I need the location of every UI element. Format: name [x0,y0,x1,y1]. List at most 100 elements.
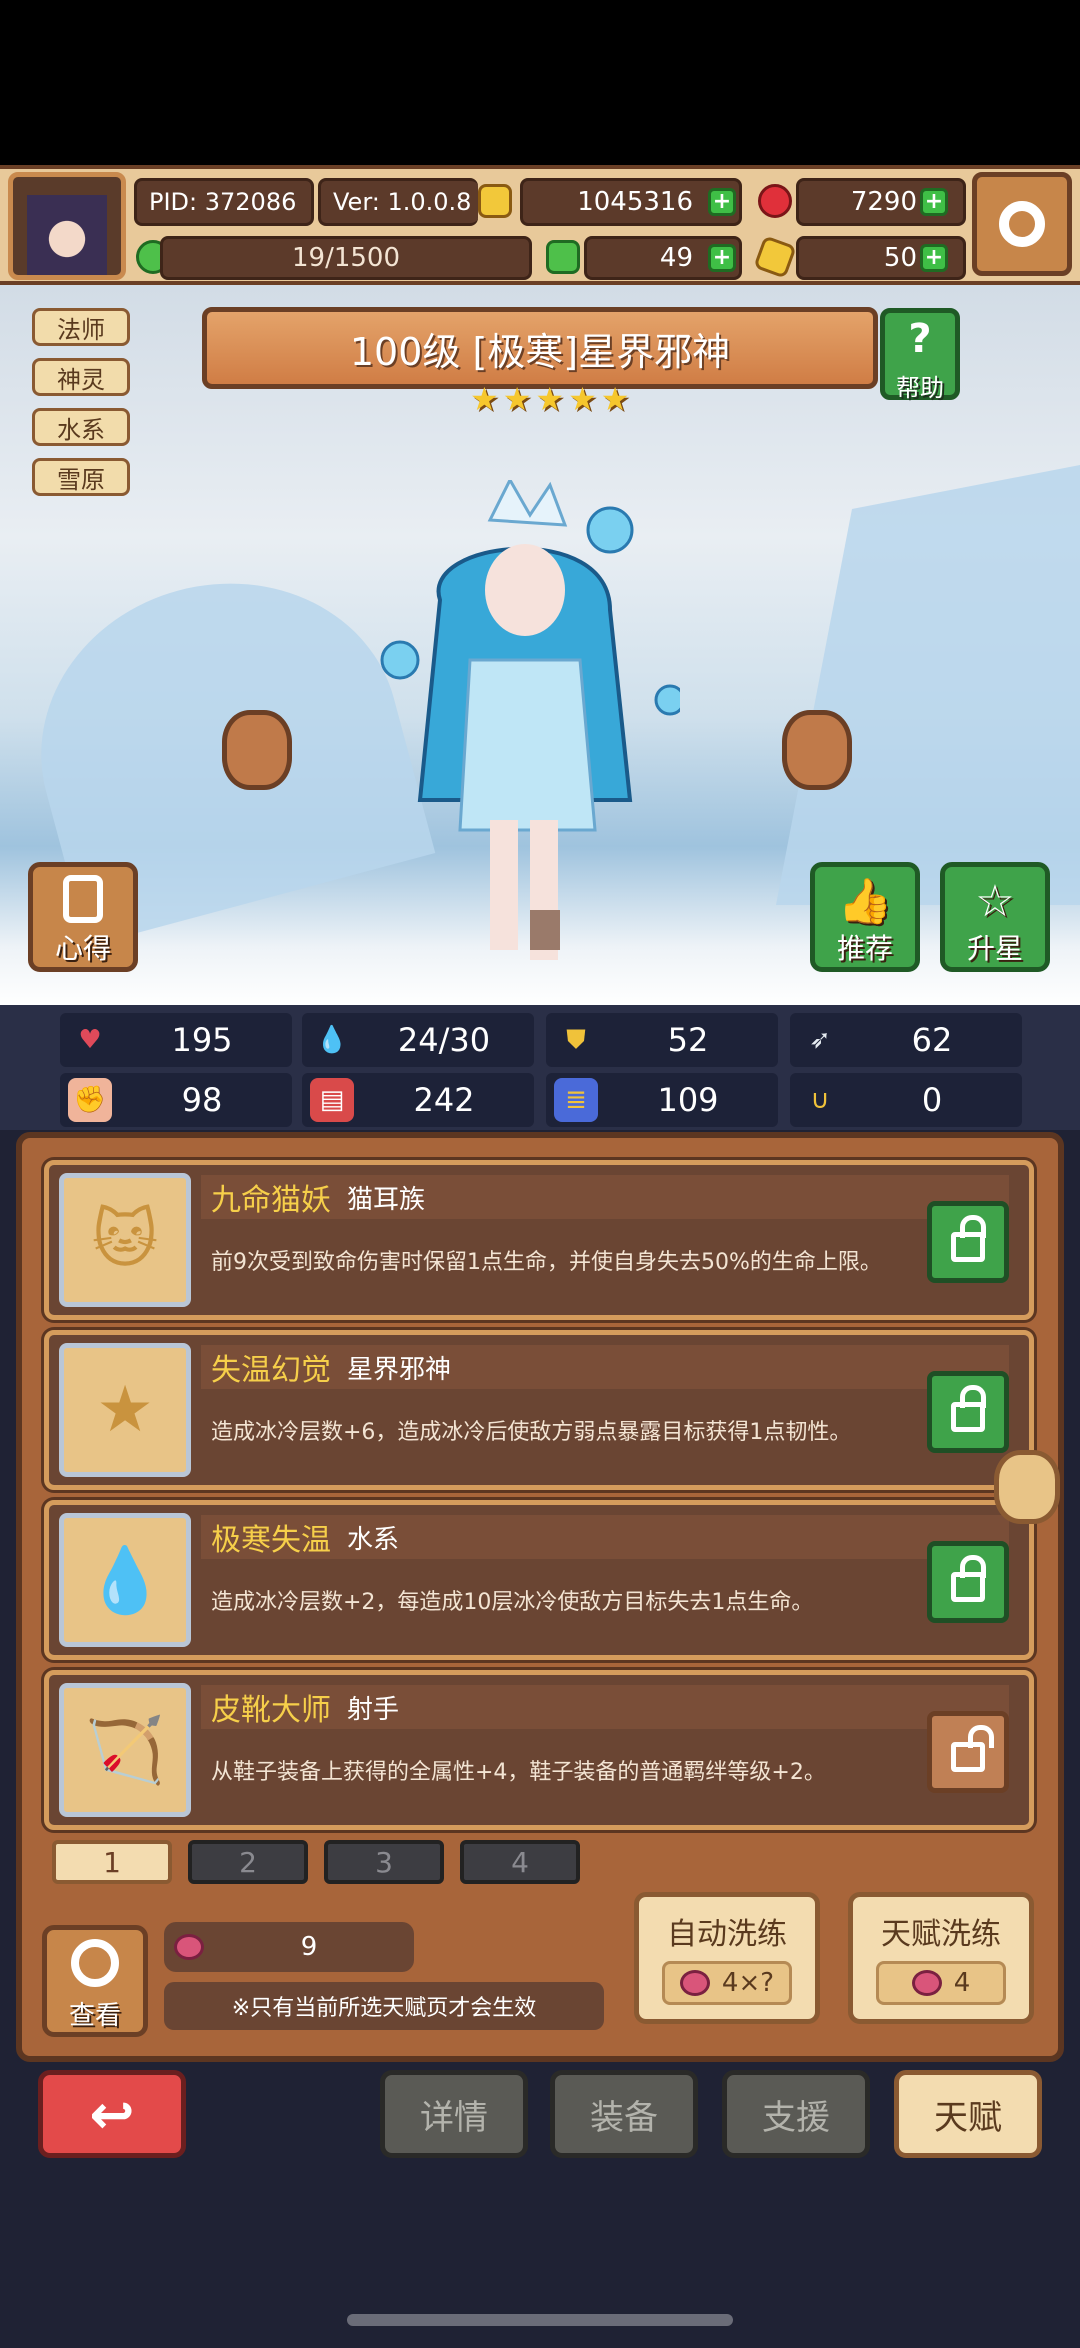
right-rune-icon[interactable] [782,710,852,790]
fruit-counter: 9 [164,1922,414,1972]
stat-value: 24/30 [397,1021,491,1059]
talent-description: 前9次受到致命伤害时保留1点生命，并使自身失去50%的生命上限。 [211,1250,882,1275]
lock-button[interactable] [927,1201,1009,1283]
star-icon: ★ [535,380,565,418]
cat-icon: 🐱 [59,1173,191,1307]
home-indicator[interactable] [347,2314,733,2326]
heart-icon: ♥ [78,1025,102,1055]
settings-button[interactable] [972,172,1072,276]
fist-icon: ✊ [68,1078,112,1122]
talent-name: 皮靴大师 [211,1693,331,1728]
auto-wash-button[interactable]: 自动洗练 4×? [634,1892,820,2024]
wing-icon: ➶ [809,1025,831,1055]
stats-panel: ♥ 195 💧 24/30 ⛊ 52 ➶ 62 ✊ 98 ▤ 242 ≣ 109 ∪ 0 [0,1005,1080,1130]
star-icon: ★ [59,1343,191,1477]
hero-character[interactable] [380,480,680,980]
stat-mana: 💧 24/30 [302,1013,534,1067]
nav-support[interactable]: 支援 [722,2070,870,2158]
nav-equip[interactable]: 装备 [550,2070,698,2158]
gold-coin-icon [478,184,512,218]
stat-intellect: ▤ 242 [302,1073,534,1127]
talent-race: 星界邪神 [347,1354,452,1385]
talent-header: 失温幻觉 星界邪神 [201,1345,1009,1389]
add-gem-button[interactable]: + [920,188,948,216]
game-screen: PID: 372086 Ver: 1.0.0.8 1045316 + 7290 … [0,0,1080,2348]
tab-page-2[interactable]: 2 [188,1840,308,1884]
fruit-icon [174,1934,204,1960]
stat-value: 98 [181,1081,223,1119]
talent-race: 射手 [347,1694,400,1725]
star-icon: ★ [568,380,597,418]
help-button[interactable]: ? 帮助 [880,308,960,402]
unlock-icon [951,1725,994,1772]
view-label: 查看 [68,2001,121,2031]
hero-title: 100级 [极寒]星界邪神 [202,307,878,389]
tag-water[interactable]: 水系 [32,408,130,446]
talent-card[interactable]: ★ 失温幻觉 星界邪神 造成冰冷层数+6，造成冰冷后使敌方弱点暴露目标获得1点韧性… [44,1330,1034,1490]
version-label: Ver: 1.0.0.8 [318,178,478,226]
talent-page-note: ※只有当前所选天赋页才会生效 [164,1982,604,2030]
stat-value: 52 [667,1021,709,1059]
side-scroll-handle[interactable] [994,1450,1060,1524]
stat-defense: ⛊ 52 [546,1013,778,1067]
talent-card[interactable]: 💧 极寒失温 水系 造成冰冷层数+2，每造成10层冰冷使敌方目标失去1点生命。 [44,1500,1034,1660]
status-area [0,0,1080,165]
water-drop-icon: 💧 [59,1513,191,1647]
horseshoe-icon: ∪ [810,1085,830,1115]
recommend-button[interactable]: 👍 推荐 [810,862,920,972]
fruit-icon [911,1970,942,1996]
lock-icon [951,1555,986,1602]
tab-page-4[interactable]: 4 [460,1840,580,1884]
talent-name: 九命猫妖 [211,1183,331,1218]
view-button[interactable]: 查看 [42,1925,148,2037]
exp-progress: 19/1500 [160,236,532,280]
stat-hp: ♥ 195 [60,1013,292,1067]
add-gold-button[interactable]: + [708,188,736,216]
talent-header: 极寒失温 水系 [201,1515,1009,1559]
talent-name: 极寒失温 [211,1523,331,1558]
lock-button[interactable] [927,1541,1009,1623]
player-avatar[interactable] [8,172,126,280]
insight-button[interactable]: 心得 [28,862,138,972]
lock-button[interactable] [927,1371,1009,1453]
tag-snowfield[interactable]: 雪原 [32,458,130,496]
stat-value: 109 [657,1081,719,1119]
tab-page-1[interactable]: 1 [52,1840,172,1884]
stat-skill: ≣ 109 [546,1073,778,1127]
add-clover-button[interactable]: + [708,244,736,272]
book-icon: ▤ [310,1078,354,1122]
left-rune-icon[interactable] [222,710,292,790]
stat-value: 0 [921,1081,943,1119]
scroll-icon: ≣ [554,1078,598,1122]
talent-wash-button[interactable]: 天赋洗练 4 [848,1892,1034,2024]
tag-mage[interactable]: 法师 [32,308,130,346]
search-icon [71,1939,119,1987]
ruby-gem-icon [758,184,792,218]
talent-wash-cost: 4 [876,1961,1006,2005]
tab-page-3[interactable]: 3 [324,1840,444,1884]
cost-value: 4 [953,1968,971,1998]
fruit-icon [679,1970,710,1996]
nav-talent[interactable]: 天赋 [894,2070,1042,2158]
fruit-count: 9 [300,1932,318,1962]
talent-description: 从鞋子装备上获得的全属性+4，鞋子装备的普通羁绊等级+2。 [211,1760,826,1785]
stat-value: 242 [413,1081,475,1119]
talent-card[interactable]: 🐱 九命猫妖 猫耳族 前9次受到致命伤害时保留1点生命，并使自身失去50%的生命上… [44,1160,1034,1320]
add-key-button[interactable]: + [920,244,948,272]
tag-deity[interactable]: 神灵 [32,358,130,396]
stat-value: 195 [171,1021,233,1059]
talent-name: 失温幻觉 [211,1353,331,1388]
talent-card[interactable]: 🏹 皮靴大师 射手 从鞋子装备上获得的全属性+4，鞋子装备的普通羁绊等级+2。 [44,1670,1034,1830]
gear-icon [999,201,1045,247]
hero-stars: ★ ★ ★ ★ ★ [470,380,629,418]
stat-speed: ➶ 62 [790,1013,1022,1067]
nav-details[interactable]: 详情 [380,2070,528,2158]
scroll-icon [63,875,103,923]
auto-wash-cost: 4×? [662,1961,792,2005]
star-up-button[interactable]: ☆ 升星 [940,862,1050,972]
green-clover-icon [546,240,580,274]
question-icon: ? [908,316,932,362]
star-icon: ★ [470,380,499,418]
back-button[interactable]: ↩ [38,2070,186,2158]
unlock-button[interactable] [927,1711,1009,1793]
